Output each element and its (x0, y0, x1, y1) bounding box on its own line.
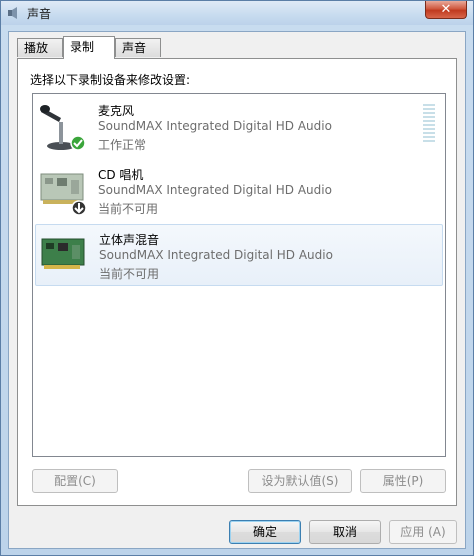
device-list[interactable]: 麦克风 SoundMAX Integrated Digital HD Audio… (32, 93, 446, 457)
sound-dialog-window: 声音 ✕ 播放 录制 声音 选择以下录制设备来修改设置: 麦克风 SoundMA… (0, 0, 474, 556)
check-badge-icon (70, 135, 86, 151)
device-driver: SoundMAX Integrated Digital HD Audio (98, 183, 332, 197)
set-default-button[interactable]: 设为默认值(S) (248, 469, 352, 493)
cancel-button[interactable]: 取消 (309, 520, 381, 544)
tab-recording[interactable]: 录制 (63, 36, 115, 59)
level-meter (423, 104, 435, 144)
title-bar[interactable]: 声音 ✕ (1, 1, 473, 25)
ok-button[interactable]: 确定 (229, 520, 301, 544)
device-item-stereo-mix[interactable]: 立体声混音 SoundMAX Integrated Digital HD Aud… (35, 224, 443, 286)
dialog-client-area: 播放 录制 声音 选择以下录制设备来修改设置: 麦克风 SoundMAX Int… (8, 31, 466, 549)
device-item-cd-player[interactable]: CD 唱机 SoundMAX Integrated Digital HD Aud… (35, 160, 443, 222)
device-driver: SoundMAX Integrated Digital HD Audio (98, 119, 332, 133)
configure-button[interactable]: 配置(C) (32, 469, 118, 493)
apply-button[interactable]: 应用 (A) (389, 520, 457, 544)
tab-sounds[interactable]: 声音 (115, 38, 161, 57)
speaker-icon (8, 7, 17, 19)
window-title: 声音 (27, 7, 52, 21)
device-name: CD 唱机 (98, 168, 144, 182)
device-name: 麦克风 (98, 104, 135, 118)
sound-card-icon (41, 238, 85, 269)
sound-card-icon (40, 173, 87, 216)
recording-tab-panel: 选择以下录制设备来修改设置: 麦克风 SoundMAX Integrated D… (17, 58, 457, 506)
device-status: 工作正常 (98, 138, 147, 152)
tab-playback[interactable]: 播放 (17, 38, 63, 57)
device-item-microphone[interactable]: 麦克风 SoundMAX Integrated Digital HD Audio… (35, 96, 443, 158)
device-driver: SoundMAX Integrated Digital HD Audio (99, 248, 333, 262)
device-name: 立体声混音 (99, 233, 160, 247)
properties-button[interactable]: 属性(P) (360, 469, 446, 493)
microphone-icon (40, 105, 86, 151)
device-status: 当前不可用 (98, 202, 159, 216)
instruction-label: 选择以下录制设备来修改设置: (30, 73, 191, 87)
device-status: 当前不可用 (99, 267, 160, 281)
close-button[interactable]: ✕ (425, 1, 467, 19)
